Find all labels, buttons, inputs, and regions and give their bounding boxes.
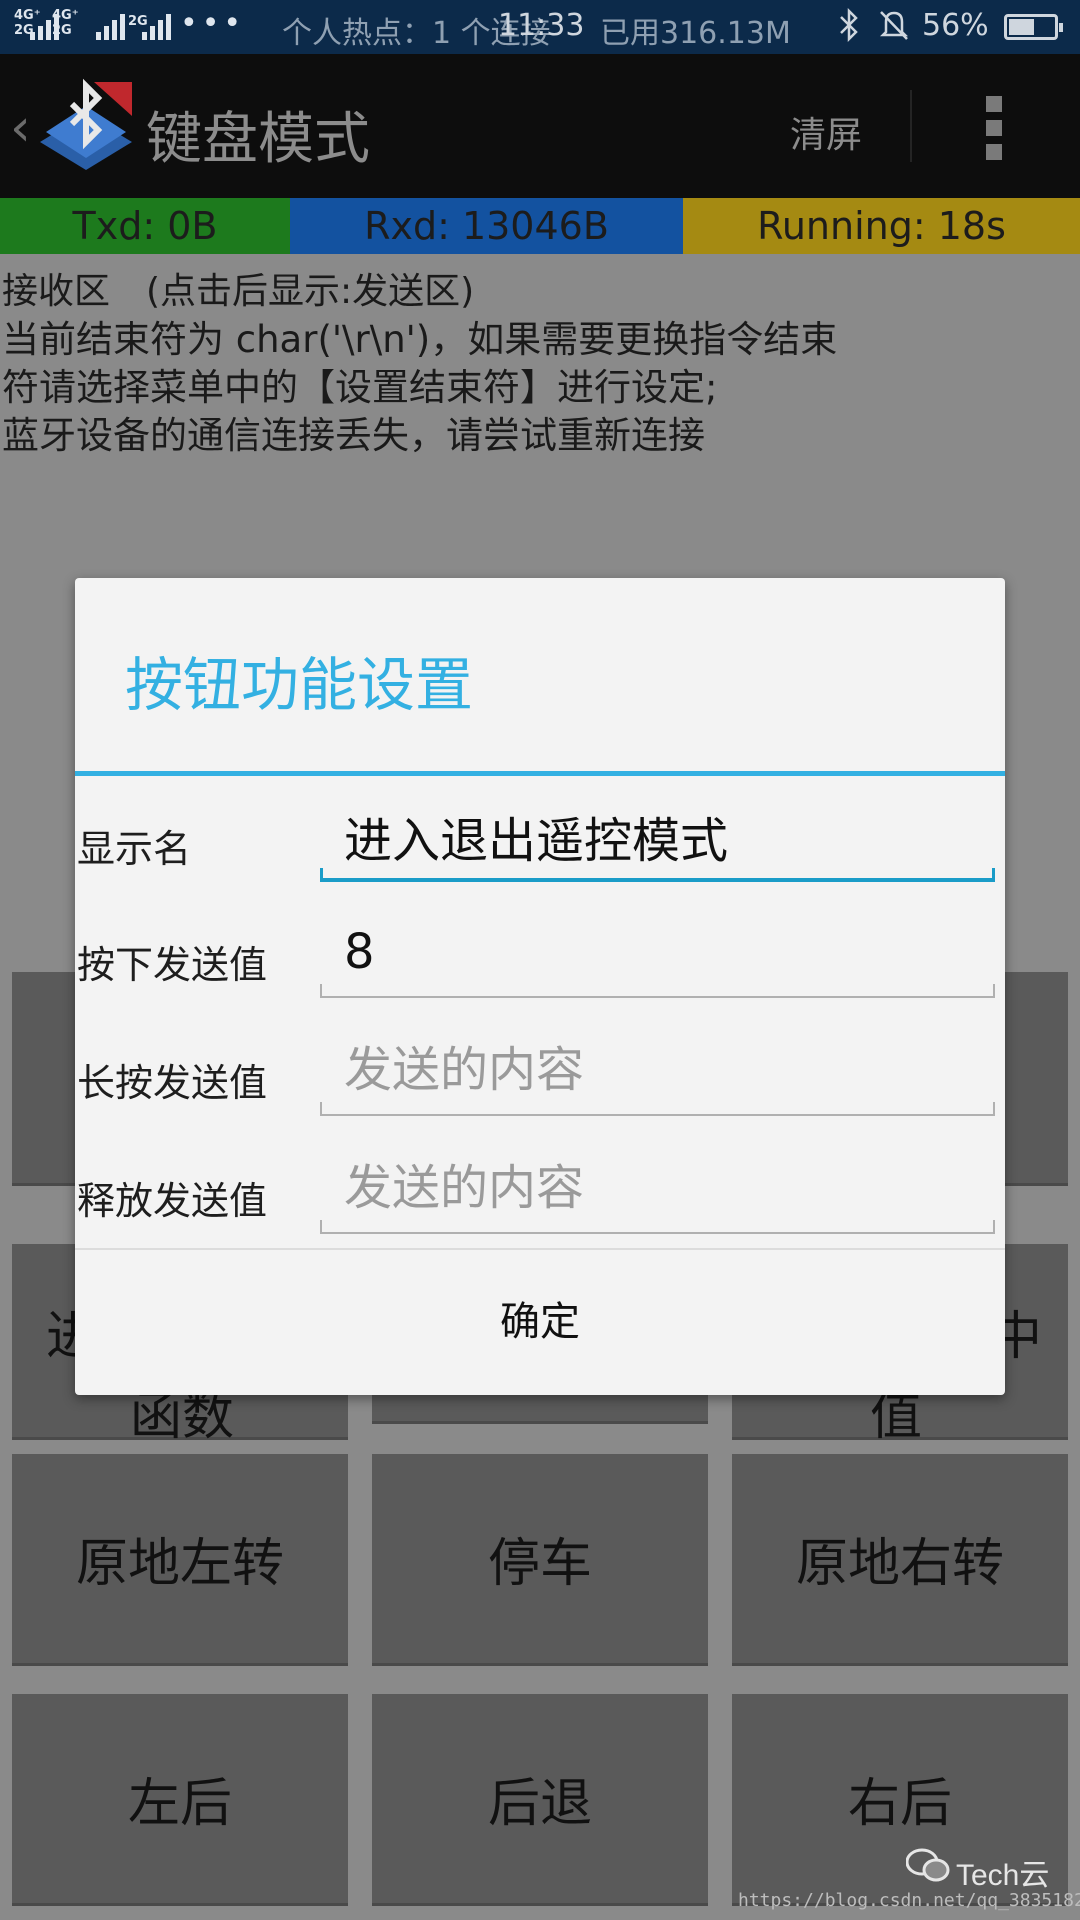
network-indicator-2: 4G⁺ 2G xyxy=(52,8,79,38)
divider xyxy=(910,90,912,162)
bluetooth-icon xyxy=(838,7,860,50)
stop-button[interactable]: 停车 xyxy=(372,1454,708,1666)
action-bar: ‹ 键盘模式 清屏 xyxy=(0,54,1080,198)
status-bar: 4G⁺ 2G 4G⁺ 2G 2G ••• 个人热点：1 个连接 11:33 已用… xyxy=(0,0,1080,54)
stats-strip: Txd: 0B Rxd: 13046B Running: 18s xyxy=(0,198,1080,254)
bluetooth-pro-logo-icon xyxy=(36,76,136,176)
battery-percent: 56% xyxy=(922,8,989,43)
display-name-label: 显示名 xyxy=(77,827,192,871)
receive-line: 符请选择菜单中的【设置结束符】进行设定; xyxy=(2,366,718,409)
network-label: 4G⁺ xyxy=(52,8,79,23)
press-value-input[interactable] xyxy=(320,920,995,984)
signal-icon xyxy=(96,12,125,40)
button-settings-dialog: 按钮功能设置 显示名 按下发送值 长按发送值 释放发送值 确定 xyxy=(75,578,1005,1395)
txd-counter: Txd: 0B xyxy=(0,198,290,254)
network-label: 2G xyxy=(52,23,72,38)
battery-icon xyxy=(1004,14,1063,40)
running-timer: Running: 18s xyxy=(683,198,1080,254)
display-name-input[interactable] xyxy=(320,804,995,868)
signal-icon xyxy=(142,12,171,40)
confirm-button[interactable]: 确定 xyxy=(75,1250,1005,1395)
long-press-value-input[interactable] xyxy=(320,1038,995,1102)
back-left-button[interactable]: 左后 xyxy=(12,1694,348,1906)
pivot-right-button[interactable]: 原地右转 xyxy=(732,1454,1068,1666)
receive-area-text[interactable]: 当前结束符为 char('\r\n')，如果需要更换指令结束 符请选择菜单中的【… xyxy=(2,316,1072,460)
release-value-label: 释放发送值 xyxy=(77,1179,268,1223)
display-name-underline xyxy=(320,868,995,882)
back-arrow-icon[interactable]: ‹ xyxy=(10,98,31,158)
data-usage: 已用316.13M xyxy=(600,16,791,51)
release-value-underline xyxy=(320,1220,995,1234)
pivot-left-button[interactable]: 原地左转 xyxy=(12,1454,348,1666)
silent-bell-icon xyxy=(878,8,910,50)
wechat-logo-icon xyxy=(905,1848,950,1893)
receive-line: 蓝牙设备的通信连接丢失，请尝试重新连接 xyxy=(2,414,705,457)
dialog-title-divider xyxy=(75,771,1005,776)
battery-fill xyxy=(1009,19,1034,35)
dialog-title: 按钮功能设置 xyxy=(125,651,474,719)
app-title: 键盘模式 xyxy=(146,107,370,172)
receive-line: 当前结束符为 char('\r\n')，如果需要更换指令结束 xyxy=(2,318,838,361)
long-press-value-underline xyxy=(320,1102,995,1116)
more-notifications-icon: ••• xyxy=(180,6,246,41)
clear-screen-button[interactable]: 清屏 xyxy=(790,106,862,158)
press-value-label: 按下发送值 xyxy=(77,943,268,987)
reverse-button[interactable]: 后退 xyxy=(372,1694,708,1906)
rxd-counter: Rxd: 13046B xyxy=(290,198,683,254)
long-press-value-label: 长按发送值 xyxy=(77,1061,268,1105)
release-value-input[interactable] xyxy=(320,1156,995,1220)
clock: 11:33 xyxy=(498,8,585,43)
watermark-name: Tech云 xyxy=(956,1859,1050,1892)
receive-area-header[interactable]: 接收区 (点击后显示:发送区) xyxy=(2,262,474,314)
overflow-menu-icon[interactable] xyxy=(986,96,1006,160)
press-value-underline xyxy=(320,984,995,998)
watermark-url: https://blog.csdn.net/qq_38351824 xyxy=(738,1890,1080,1911)
